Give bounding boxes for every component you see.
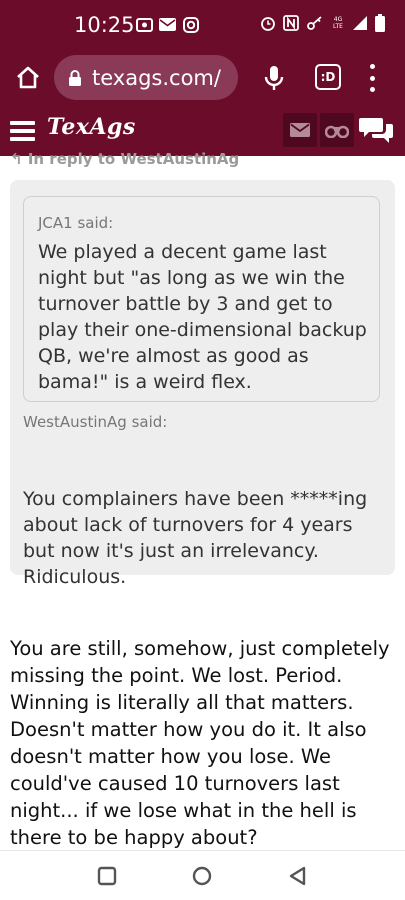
network-type: 4G LTE bbox=[333, 16, 343, 30]
home-icon bbox=[17, 66, 39, 89]
outer-quote-block: JCA1 said: We played a decent game last … bbox=[10, 180, 395, 588]
watchlist-button[interactable] bbox=[320, 113, 354, 147]
system-navigation-bar bbox=[0, 851, 405, 900]
hamburger-line bbox=[10, 137, 35, 141]
instagram-icon bbox=[182, 16, 199, 33]
url-text: texags.com/ bbox=[92, 65, 221, 90]
site-header: TexAgs bbox=[0, 104, 405, 156]
quote-text: You complainers have been *****ing about… bbox=[23, 488, 368, 588]
chat-button[interactable] bbox=[359, 115, 395, 147]
system-icons: 4G LTE bbox=[260, 14, 385, 32]
home-button[interactable] bbox=[14, 64, 42, 92]
messages-button[interactable] bbox=[283, 113, 317, 147]
circle-icon bbox=[192, 866, 212, 886]
binoculars-icon bbox=[325, 125, 349, 138]
quote-author: JCA1 said: bbox=[38, 214, 114, 232]
quote-text: We played a decent game last night but "… bbox=[38, 241, 367, 393]
alarm-icon bbox=[261, 17, 275, 31]
reply-arrow-icon: ↰ bbox=[10, 150, 23, 168]
hamburger-line bbox=[10, 121, 35, 125]
status-bar: 10:25 4G LTE bbox=[0, 0, 405, 52]
mail-icon bbox=[159, 16, 176, 33]
voice-search-button[interactable] bbox=[262, 64, 286, 92]
site-logo[interactable]: TexAgs bbox=[47, 114, 136, 140]
chat-bubbles-icon bbox=[359, 118, 393, 143]
lock-icon bbox=[69, 69, 81, 86]
address-bar[interactable]: texags.com/ bbox=[54, 55, 238, 100]
quote-author: WestAustinAg said: bbox=[23, 413, 168, 431]
browser-toolbar: texags.com/ :D bbox=[0, 52, 405, 104]
notification-icons bbox=[136, 16, 199, 33]
square-icon bbox=[97, 866, 117, 886]
back-triangle-icon bbox=[289, 866, 306, 886]
tab-switcher-button[interactable]: :D bbox=[315, 64, 341, 90]
home-nav-button[interactable] bbox=[191, 865, 213, 887]
reply-to-link[interactable]: ↰ In reply to WestAustinAg bbox=[10, 150, 239, 168]
back-button[interactable] bbox=[287, 865, 309, 887]
signal-icon bbox=[353, 16, 367, 30]
menu-dot bbox=[369, 75, 375, 81]
menu-dot bbox=[369, 64, 375, 69]
envelope-icon bbox=[290, 123, 310, 137]
microphone-icon bbox=[264, 66, 284, 90]
browser-menu-button[interactable] bbox=[365, 64, 379, 92]
recent-apps-button[interactable] bbox=[96, 865, 118, 887]
nfc-icon bbox=[283, 15, 299, 31]
menu-dot bbox=[369, 87, 375, 92]
battery-icon bbox=[375, 14, 385, 32]
status-time: 10:25 bbox=[74, 13, 135, 37]
reply-to-text: In reply to WestAustinAg bbox=[27, 150, 240, 168]
screen-icon bbox=[136, 16, 153, 33]
key-icon bbox=[307, 16, 322, 30]
hamburger-menu-icon[interactable] bbox=[10, 121, 35, 141]
post-body: You are still, somehow, just completely … bbox=[10, 637, 390, 849]
inner-quote-block: JCA1 said: We played a decent game last … bbox=[23, 196, 380, 402]
hamburger-line bbox=[10, 129, 35, 133]
